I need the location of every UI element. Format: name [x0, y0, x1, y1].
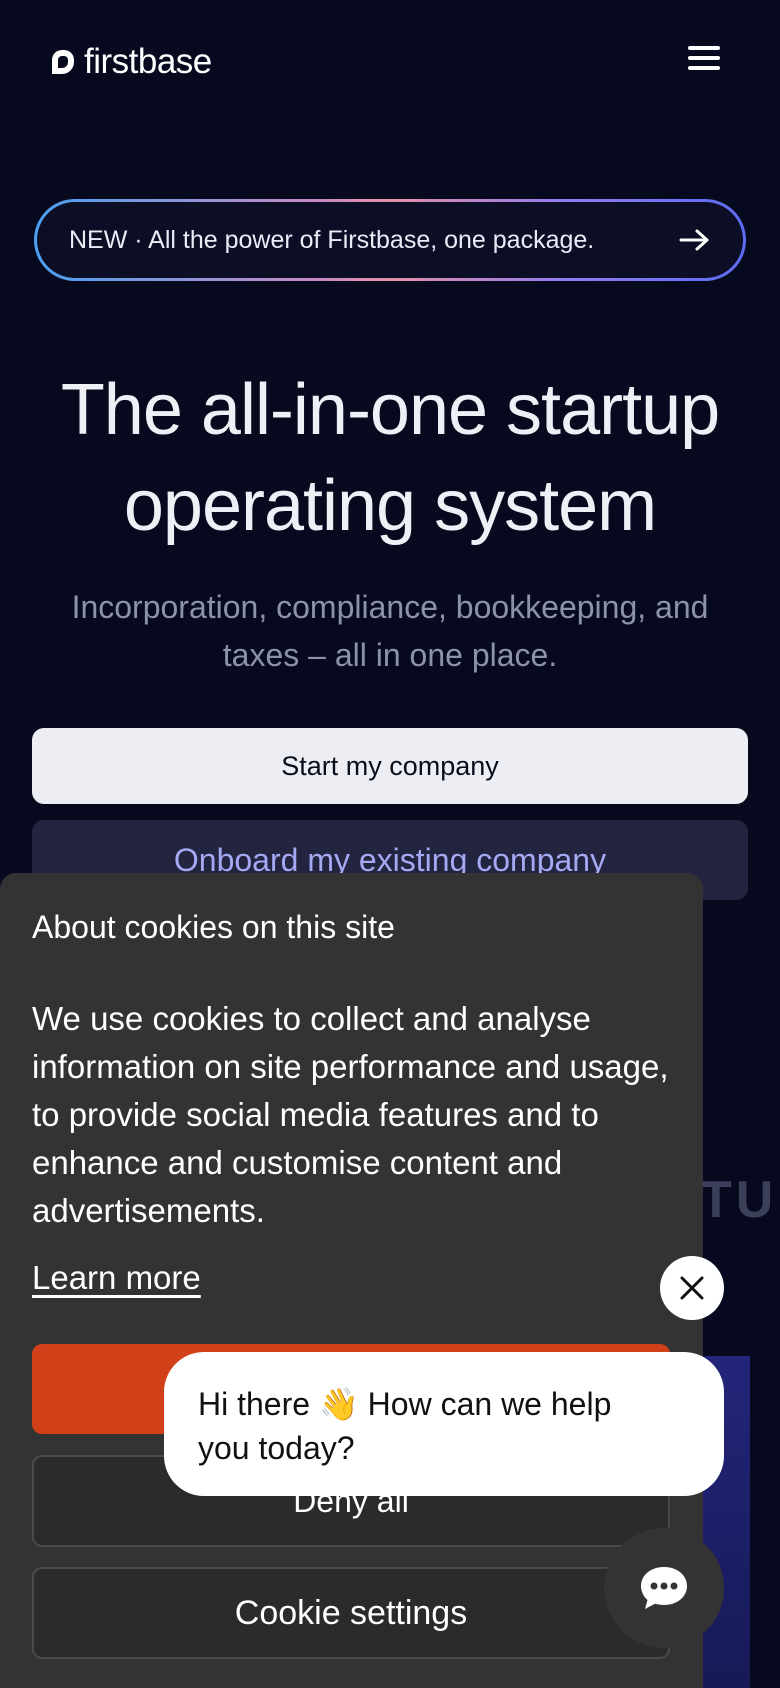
hero-title-line-1: The all-in-one startup: [60, 370, 720, 450]
cookie-banner: About cookies on this site We use cookie…: [0, 873, 703, 1688]
brand-logo[interactable]: firstbase: [48, 40, 212, 84]
chat-greeting-line-2: you today?: [198, 1430, 355, 1466]
arrow-right-icon: [679, 229, 709, 251]
chat-launcher-button[interactable]: [604, 1528, 724, 1648]
close-icon[interactable]: [660, 1256, 724, 1320]
hamburger-menu-icon[interactable]: [684, 40, 724, 76]
chat-greeting-bubble[interactable]: Hi there 👋 How can we help you today?: [164, 1352, 724, 1496]
announcement-text: NEW · All the power of Firstbase, one pa…: [69, 225, 595, 254]
hero-subtitle: Incorporation, compliance, bookkeeping, …: [50, 583, 730, 679]
brand-name: firstbase: [84, 42, 212, 81]
start-my-company-button[interactable]: Start my company: [32, 728, 748, 804]
chat-greeting-line-1: Hi there 👋 How can we help: [198, 1386, 612, 1422]
hero-title: The all-in-one startup operating system: [0, 362, 780, 554]
hero-subtitle-line-2: taxes – all in one place.: [222, 637, 558, 673]
hero-title-line-2: operating system: [123, 466, 657, 546]
cookie-banner-body: We use cookies to collect and analyse in…: [32, 1000, 669, 1229]
chat-bubble-icon: [641, 1567, 687, 1609]
hero-subtitle-line-1: Incorporation, compliance, bookkeeping, …: [71, 589, 709, 625]
cookie-banner-title: About cookies on this site: [32, 909, 395, 945]
firstbase-logo-icon: [52, 50, 74, 74]
background-heading-fragment: TU: [700, 1171, 778, 1229]
cookie-settings-button[interactable]: Cookie settings: [32, 1567, 670, 1659]
learn-more-link[interactable]: Learn more: [32, 1259, 201, 1297]
site-header: firstbase: [0, 0, 780, 120]
chat-close-glyph: [680, 1276, 704, 1300]
announcement-banner[interactable]: NEW · All the power of Firstbase, one pa…: [34, 199, 746, 281]
